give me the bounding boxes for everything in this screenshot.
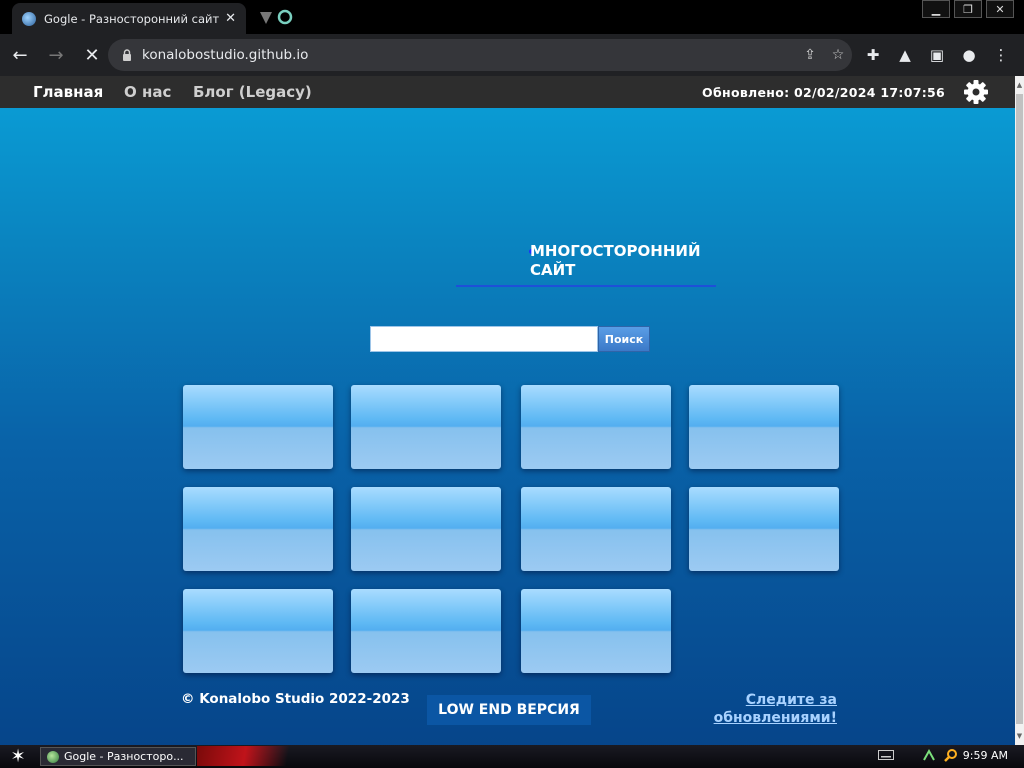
browser-toolbar: ← → ✕ konalobostudio.github.io ⇪ ☆ ✚ ▲ ▣… bbox=[0, 34, 1024, 76]
network-icon[interactable] bbox=[922, 748, 936, 762]
app-tile[interactable] bbox=[351, 589, 501, 673]
browser-app-icon bbox=[47, 750, 59, 763]
back-button[interactable]: ← bbox=[4, 39, 36, 71]
url-text: konalobostudio.github.io bbox=[142, 47, 309, 63]
search-magnifier-icon[interactable] bbox=[944, 748, 958, 762]
close-window-button[interactable]: ✕ bbox=[986, 0, 1014, 18]
scroll-down-icon[interactable]: ▼ bbox=[1015, 729, 1024, 743]
page-scrollbar[interactable]: ▲ ▼ bbox=[1015, 76, 1024, 745]
lock-icon bbox=[123, 49, 131, 61]
low-end-version-button[interactable]: LOW END ВЕРСИЯ bbox=[427, 695, 591, 725]
app-tile[interactable] bbox=[521, 589, 671, 673]
forward-button[interactable]: → bbox=[40, 39, 72, 71]
taskbar-item-label: Gogle - Разносторо... bbox=[64, 750, 184, 763]
follow-updates-link[interactable]: Следите за обновлениями! bbox=[700, 691, 837, 727]
close-tab-icon[interactable]: ✕ bbox=[225, 11, 236, 26]
bookmark-star-icon[interactable]: ☆ bbox=[824, 41, 852, 69]
search-button[interactable]: Поиск bbox=[598, 326, 650, 352]
app-tile[interactable] bbox=[183, 589, 333, 673]
minimize-button[interactable]: ▁ bbox=[922, 0, 950, 18]
nav-home-link[interactable]: Главная bbox=[33, 83, 103, 101]
stop-loading-button[interactable]: ✕ bbox=[76, 39, 108, 71]
updated-timestamp: Обновлено: 02/02/2024 17:07:56 bbox=[702, 85, 945, 100]
site-navbar: Главная О нас Блог (Legacy) Обновлено: 0… bbox=[0, 76, 1015, 108]
taskbar-browser-item[interactable]: Gogle - Разносторо... bbox=[40, 747, 196, 766]
start-button[interactable]: ✶ bbox=[4, 746, 32, 767]
menu-kebab-icon[interactable]: ⋮ bbox=[988, 39, 1014, 71]
copyright-text: © Konalobo Studio 2022-2023 bbox=[181, 691, 410, 707]
app-tile[interactable] bbox=[521, 487, 671, 571]
side-panel-icon[interactable]: ▣ bbox=[924, 39, 950, 71]
site-logo-text: МНОГОСТОРОННИЙ САЙТ bbox=[530, 242, 701, 279]
system-tray bbox=[878, 748, 958, 762]
address-bar[interactable]: konalobostudio.github.io ⇪ ☆ bbox=[108, 39, 852, 71]
browser-tab[interactable]: Gogle - Разносторонний сайт! ✕ bbox=[12, 3, 246, 34]
nav-blog-link[interactable]: Блог (Legacy) bbox=[193, 83, 312, 101]
toolbar-right: ✚ ▲ ▣ ● ⋮ bbox=[860, 39, 1014, 71]
window-controls: ▁ ❐ ✕ bbox=[922, 0, 1014, 18]
app-tile[interactable] bbox=[183, 385, 333, 469]
app-tile[interactable] bbox=[689, 487, 839, 571]
new-tab-icon[interactable] bbox=[258, 8, 294, 28]
share-icon[interactable]: ⇪ bbox=[796, 41, 824, 69]
site-favicon-icon bbox=[22, 11, 36, 26]
app-tile[interactable] bbox=[183, 487, 333, 571]
os-taskbar: ✶ Gogle - Разносторо... 9:59 AM bbox=[0, 745, 1024, 768]
browser-titlebar: Gogle - Разносторонний сайт! ✕ ▁ ❐ ✕ bbox=[0, 0, 1024, 34]
restore-button[interactable]: ❐ bbox=[954, 0, 982, 18]
profile-avatar-icon[interactable]: ● bbox=[956, 39, 982, 71]
labs-flask-icon[interactable]: ▲ bbox=[892, 39, 918, 71]
app-tile[interactable] bbox=[351, 487, 501, 571]
search-input[interactable] bbox=[370, 326, 598, 352]
scroll-up-icon[interactable]: ▲ bbox=[1015, 78, 1024, 92]
app-tile[interactable] bbox=[689, 385, 839, 469]
system-clock: 9:59 AM bbox=[962, 749, 1008, 762]
gear-icon[interactable] bbox=[963, 79, 989, 105]
logo-underline bbox=[456, 285, 716, 287]
web-page: Главная О нас Блог (Legacy) Обновлено: 0… bbox=[0, 76, 1015, 745]
scrollbar-thumb[interactable] bbox=[1016, 94, 1023, 724]
app-tile[interactable] bbox=[521, 385, 671, 469]
keyboard-icon[interactable] bbox=[878, 750, 894, 760]
nav-about-link[interactable]: О нас bbox=[124, 83, 171, 101]
app-tile[interactable] bbox=[351, 385, 501, 469]
taskbar-decoration bbox=[197, 746, 317, 766]
extensions-icon[interactable]: ✚ bbox=[860, 39, 886, 71]
tab-title: Gogle - Разносторонний сайт! bbox=[44, 11, 220, 26]
